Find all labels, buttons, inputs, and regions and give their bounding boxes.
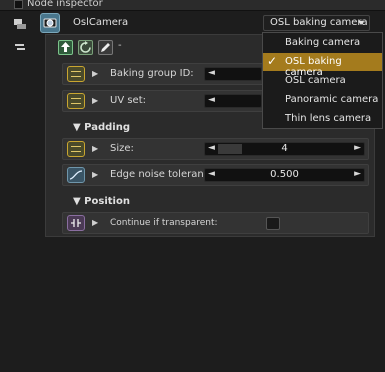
increment-arrow-icon[interactable]: ► <box>354 143 361 153</box>
menu-item-thin-lens-camera[interactable]: Thin lens camera <box>263 110 382 128</box>
uv-set-field[interactable]: ◄ <box>204 94 262 108</box>
expand-triangle-icon[interactable]: ▶ <box>92 170 98 179</box>
node-graph-icon[interactable] <box>13 18 27 30</box>
menu-item-osl-baking-camera[interactable]: ✓ OSL baking camera <box>263 53 382 78</box>
padding-section-header[interactable]: ▼ Padding <box>73 122 130 133</box>
pin-icon <box>61 42 70 52</box>
param-row-continue-if-transparent: ▶ Continue if transparent: <box>62 212 369 234</box>
window-title: Node inspector <box>27 0 103 9</box>
slider-icon <box>67 66 85 82</box>
baking-group-id-field[interactable]: ◄ <box>204 67 262 81</box>
pin-node-button[interactable] <box>58 40 73 55</box>
window-titlebar: Node inspector <box>0 0 385 11</box>
edge-noise-slider-field[interactable]: ◄ 0.500 ► <box>204 168 365 182</box>
camera-type-value: OSL baking camera <box>270 17 368 28</box>
pencil-icon <box>101 43 110 52</box>
slider-icon <box>67 141 85 157</box>
size-value: 4 <box>281 143 288 154</box>
menu-item-panoramic-camera[interactable]: Panoramic camera <box>263 91 382 109</box>
camera-icon <box>40 13 60 33</box>
expand-triangle-icon[interactable]: ▶ <box>92 218 98 227</box>
edge-noise-value: 0.500 <box>270 169 299 180</box>
camera-type-menu: Baking camera ✓ OSL baking camera OSL ca… <box>262 32 383 129</box>
collapse-triangle-icon: ▼ <box>73 122 85 133</box>
param-label: Size: <box>110 143 134 154</box>
decrement-arrow-icon[interactable]: ◄ <box>208 68 215 78</box>
curve-icon <box>67 167 85 183</box>
window-checkbox[interactable] <box>14 0 23 9</box>
expand-triangle-icon[interactable]: ▶ <box>92 69 98 78</box>
node-name: OslCamera <box>73 17 129 28</box>
continue-if-transparent-checkbox[interactable] <box>266 217 280 230</box>
menu-item-osl-camera[interactable]: OSL camera <box>263 72 382 90</box>
position-section-header[interactable]: ▼ Position <box>73 196 130 207</box>
refresh-icon <box>80 41 91 53</box>
bool-icon <box>67 215 85 231</box>
toolbar-separator: - <box>118 40 122 51</box>
size-slider-field[interactable]: ◄ 4 ► <box>204 142 365 156</box>
list-icon[interactable] <box>13 42 27 54</box>
edit-button[interactable] <box>98 40 113 55</box>
increment-arrow-icon[interactable]: ► <box>354 169 361 179</box>
refresh-button[interactable] <box>78 40 93 55</box>
param-row-edge-noise-tolerance: ▶ Edge noise tolerance: ◄ 0.500 ► <box>62 164 369 186</box>
param-label: Edge noise tolerance: <box>110 169 219 180</box>
expand-triangle-icon[interactable]: ▶ <box>92 144 98 153</box>
menu-item-baking-camera[interactable]: Baking camera <box>263 34 382 52</box>
param-row-size: ▶ Size: ◄ 4 ► <box>62 138 369 160</box>
section-title: Position <box>84 196 130 207</box>
slider-icon <box>67 93 85 109</box>
camera-type-dropdown[interactable]: OSL baking camera <box>263 15 370 31</box>
expand-triangle-icon[interactable]: ▶ <box>92 96 98 105</box>
param-label: Baking group ID: <box>110 68 194 79</box>
decrement-arrow-icon[interactable]: ◄ <box>208 95 215 105</box>
checkmark-icon: ✓ <box>267 54 278 68</box>
section-title: Padding <box>84 122 131 133</box>
param-label: Continue if transparent: <box>110 218 218 228</box>
param-label: UV set: <box>110 95 146 106</box>
collapse-triangle-icon: ▼ <box>73 196 85 207</box>
chevron-down-icon <box>358 21 364 25</box>
